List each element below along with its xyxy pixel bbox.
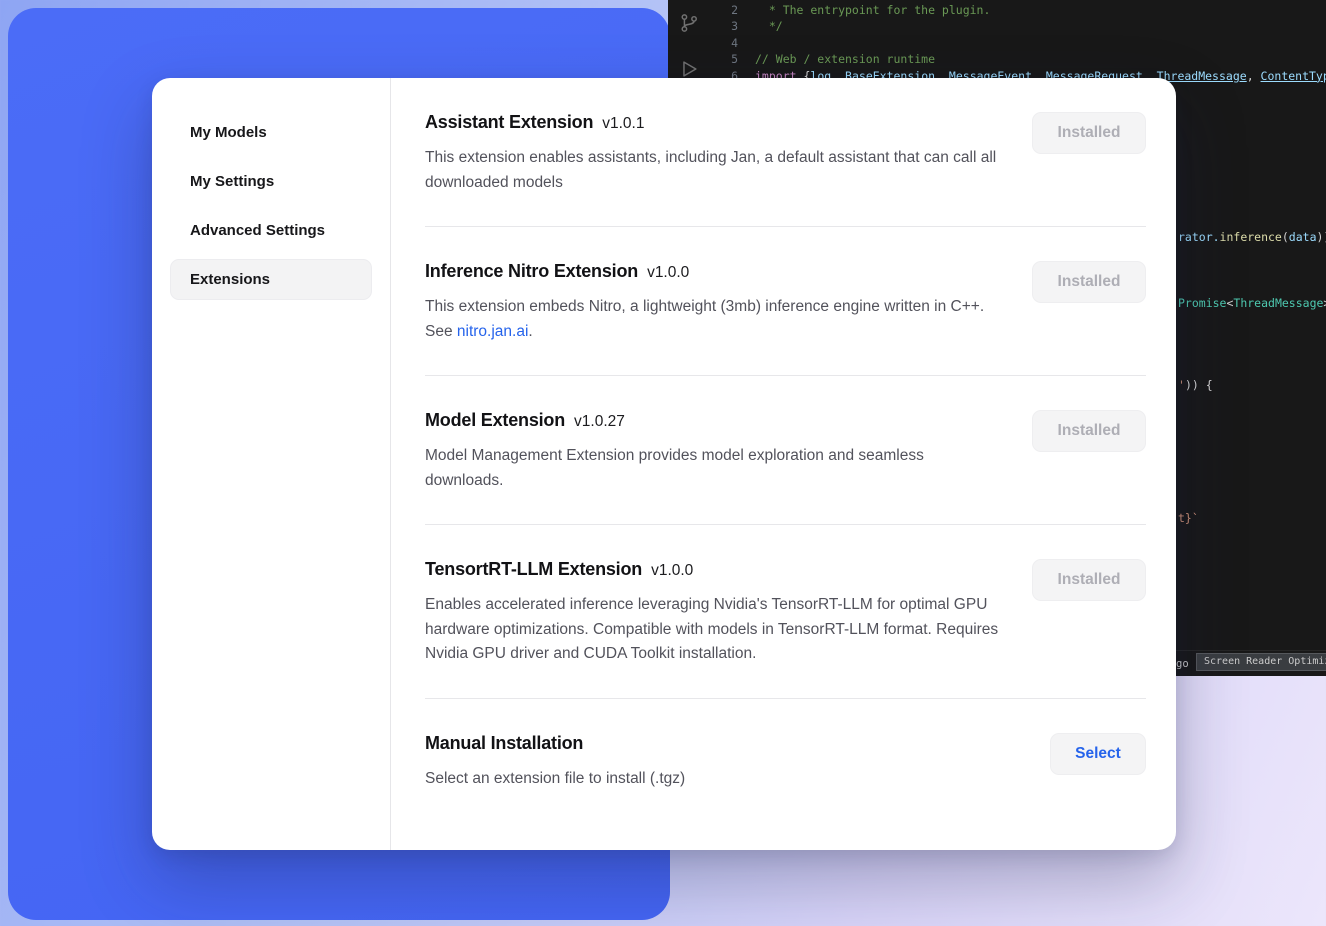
line-number: 5 xyxy=(714,51,738,67)
extension-description: This extension embeds Nitro, a lightweig… xyxy=(425,295,1003,344)
extension-row-assistant: Assistant Extension v1.0.1 This extensio… xyxy=(425,78,1146,227)
sidebar-item-my-models[interactable]: My Models xyxy=(170,112,372,153)
extension-version: v1.0.1 xyxy=(602,115,644,133)
extension-description: Enables accelerated inference leveraging… xyxy=(425,593,1003,667)
installed-button[interactable]: Installed xyxy=(1032,559,1146,601)
comment-text: * The entrypoint for the plugin. xyxy=(755,2,990,18)
source-control-icon xyxy=(678,12,700,34)
comment-text: // Web / extension runtime xyxy=(755,51,935,67)
extensions-list: Assistant Extension v1.0.1 This extensio… xyxy=(391,78,1176,850)
line-number: 4 xyxy=(714,35,738,51)
line-number: 2 xyxy=(714,2,738,18)
screen-reader-toast: Screen Reader Optimize xyxy=(1196,653,1326,671)
code-fragment: t}` xyxy=(1178,510,1199,526)
sidebar-item-advanced-settings[interactable]: Advanced Settings xyxy=(170,210,372,251)
extension-description: Model Management Extension provides mode… xyxy=(425,444,1003,493)
comment-text: */ xyxy=(755,18,783,34)
sidebar-item-extensions[interactable]: Extensions xyxy=(170,259,372,300)
extension-name: Assistant Extension xyxy=(425,110,593,134)
extension-version: v1.0.27 xyxy=(574,413,625,431)
settings-sidebar: My Models My Settings Advanced Settings … xyxy=(152,78,391,850)
extension-version: v1.0.0 xyxy=(651,562,693,580)
status-text: go xyxy=(1176,656,1189,672)
installed-button[interactable]: Installed xyxy=(1032,261,1146,303)
extension-version: v1.0.0 xyxy=(647,264,689,282)
code-line: 5 // Web / extension runtime xyxy=(714,51,1326,67)
select-file-button[interactable]: Select xyxy=(1050,733,1146,775)
extension-row-model: Model Extension v1.0.27 Model Management… xyxy=(425,376,1146,525)
extension-name: TensortRT-LLM Extension xyxy=(425,557,642,581)
installed-button[interactable]: Installed xyxy=(1032,112,1146,154)
run-debug-icon xyxy=(678,58,700,80)
code-fragment: Promise<ThreadMessage> xyxy=(1178,295,1326,311)
line-number: 3 xyxy=(714,18,738,34)
extension-description: Select an extension file to install (.tg… xyxy=(425,767,685,792)
extension-row-tensorrt: TensortRT-LLM Extension v1.0.0 Enables a… xyxy=(425,525,1146,699)
sidebar-item-my-settings[interactable]: My Settings xyxy=(170,161,372,202)
code-line: 3 */ xyxy=(714,18,1326,34)
extension-row-nitro: Inference Nitro Extension v1.0.0 This ex… xyxy=(425,227,1146,376)
extension-name: Inference Nitro Extension xyxy=(425,259,638,283)
installed-button[interactable]: Installed xyxy=(1032,410,1146,452)
nitro-jan-ai-link[interactable]: nitro.jan.ai xyxy=(457,323,529,340)
code-line: 4 xyxy=(714,35,1326,51)
code-fragment: ')) { xyxy=(1178,377,1213,393)
code-fragment: rator.inference(data)); xyxy=(1178,229,1326,245)
extension-name: Manual Installation xyxy=(425,731,583,755)
code-line: 2 * The entrypoint for the plugin. xyxy=(714,2,1326,18)
extension-description: This extension enables assistants, inclu… xyxy=(425,146,1003,195)
settings-modal: My Models My Settings Advanced Settings … xyxy=(152,78,1176,850)
code-area: 2 * The entrypoint for the plugin. 3 */ … xyxy=(714,2,1326,84)
extension-row-manual-install: Manual Installation Select an extension … xyxy=(425,699,1146,823)
extension-name: Model Extension xyxy=(425,408,565,432)
